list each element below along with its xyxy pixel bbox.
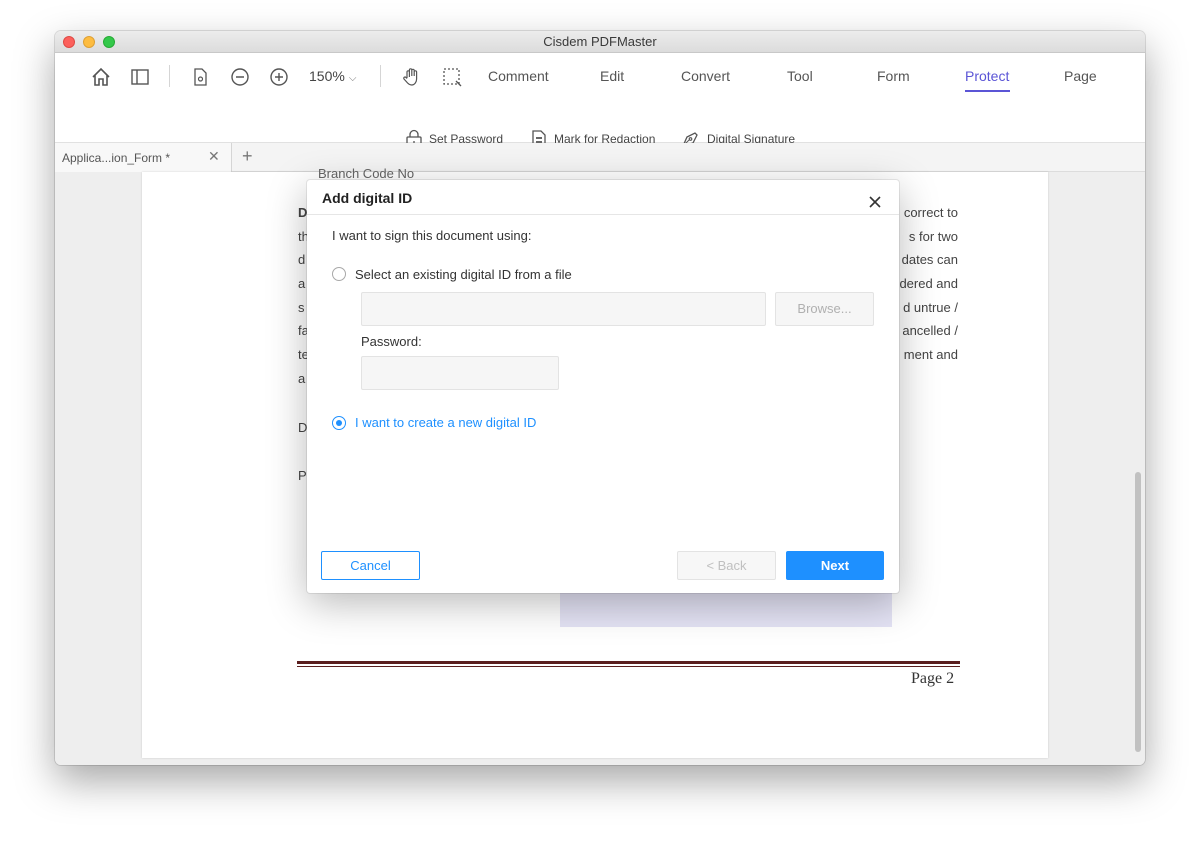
right-fragment: ment and: [903, 347, 958, 362]
password-label: Password:: [361, 334, 422, 349]
footer-rule: [297, 661, 960, 664]
right-fragment: ancelled /: [902, 323, 958, 338]
header-fragment: Branch Code No: [318, 166, 415, 181]
left-fragment: P: [298, 468, 307, 483]
right-fragment: dered and: [899, 276, 958, 291]
footer-rule-thin: [297, 666, 960, 667]
file-path-input[interactable]: [361, 292, 766, 326]
hand-tool-icon[interactable]: [400, 65, 424, 89]
radio-new-id-label[interactable]: I want to create a new digital ID: [355, 415, 536, 430]
right-fragment: d untrue /: [903, 300, 958, 315]
title-bar: Cisdem PDFMaster: [55, 31, 1145, 53]
radio-existing-id[interactable]: [332, 267, 346, 281]
vertical-scrollbar[interactable]: [1135, 472, 1141, 752]
signature-field[interactable]: [560, 587, 892, 627]
page-view-icon[interactable]: [188, 65, 212, 89]
sidebar-toggle-icon[interactable]: [128, 65, 152, 89]
document-tab-bar: Applica...ion_Form * ✕ +: [55, 143, 1145, 172]
left-fragment: D: [298, 205, 308, 220]
left-fragment: D: [298, 420, 308, 435]
close-icon[interactable]: ✕: [208, 148, 220, 165]
left-fragment: a: [298, 276, 306, 291]
cancel-button[interactable]: Cancel: [321, 551, 420, 580]
tab-form[interactable]: Form: [877, 68, 910, 84]
add-digital-id-dialog: Add digital ID I want to sign this docum…: [307, 180, 899, 593]
dialog-prompt: I want to sign this document using:: [332, 228, 532, 243]
radio-new-id[interactable]: [332, 416, 346, 430]
left-fragment: d: [298, 252, 306, 267]
radio-existing-id-label[interactable]: Select an existing digital ID from a fil…: [355, 267, 572, 282]
right-fragment: correct to: [903, 205, 958, 220]
zoom-out-icon[interactable]: [228, 65, 252, 89]
home-icon[interactable]: [89, 65, 113, 89]
right-fragment: s for two: [908, 229, 958, 244]
document-tab[interactable]: Applica...ion_Form * ✕: [55, 143, 232, 172]
tab-tool[interactable]: Tool: [787, 68, 813, 84]
main-toolbar: 150% ⌵ Comment Edit Convert Tool Form Pro…: [55, 53, 1145, 149]
right-fragment: dates can: [901, 252, 958, 267]
tab-comment[interactable]: Comment: [488, 68, 549, 84]
tab-edit[interactable]: Edit: [600, 68, 624, 84]
password-input[interactable]: [361, 356, 559, 390]
left-fragment: a: [298, 371, 306, 386]
zoom-in-icon[interactable]: [267, 65, 291, 89]
back-button[interactable]: < Back: [677, 551, 776, 580]
next-button[interactable]: Next: [786, 551, 884, 580]
active-tab-indicator: [965, 90, 1010, 92]
zoom-value: 150%: [309, 68, 345, 84]
add-tab-icon[interactable]: +: [242, 146, 253, 167]
close-icon[interactable]: [867, 194, 883, 210]
left-fragment: s: [298, 300, 305, 315]
chevron-down-icon: ⌵: [348, 73, 357, 84]
document-tab-name: Applica...ion_Form *: [62, 151, 171, 165]
page-number: Page 2: [911, 670, 955, 687]
zoom-dropdown[interactable]: 150% ⌵: [309, 68, 356, 84]
marquee-select-icon[interactable]: [440, 65, 464, 89]
tab-convert[interactable]: Convert: [681, 68, 730, 84]
window-title: Cisdem PDFMaster: [543, 34, 657, 49]
tab-protect[interactable]: Protect: [965, 68, 1009, 84]
dialog-title: Add digital ID: [322, 190, 413, 206]
dialog-divider: [307, 214, 899, 215]
browse-button[interactable]: Browse...: [775, 292, 874, 326]
tab-page[interactable]: Page: [1064, 68, 1097, 84]
